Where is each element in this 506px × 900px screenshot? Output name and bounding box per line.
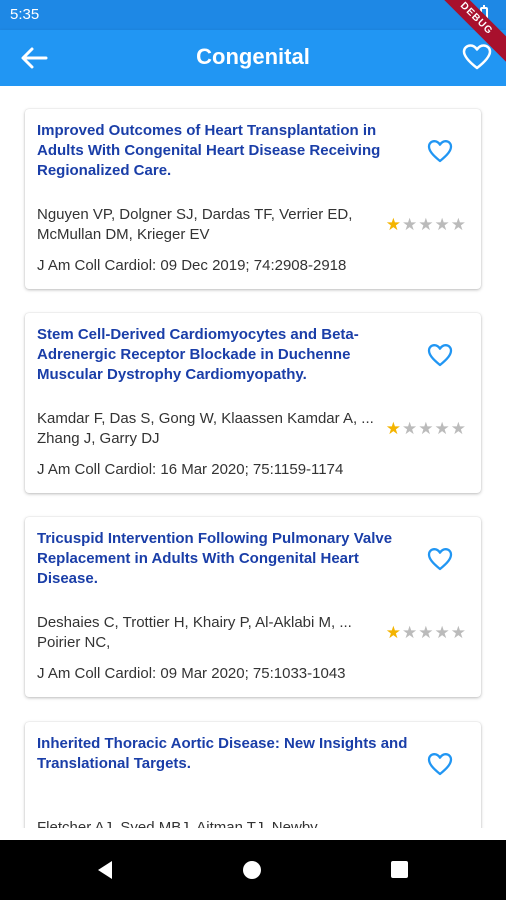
nav-recents-square-icon[interactable] [391, 861, 408, 878]
favorite-heart-icon[interactable] [427, 547, 453, 571]
star-icon[interactable]: ★ [451, 215, 467, 234]
status-time: 5:35 [10, 6, 40, 23]
favorite-heart-icon[interactable] [427, 343, 453, 367]
favorite-heart-icon[interactable] [427, 752, 453, 776]
system-nav-bar [0, 840, 506, 900]
article-card[interactable]: Inherited Thoracic Aortic Disease: New I… [25, 722, 481, 828]
star-icon[interactable]: ★ [435, 623, 451, 642]
article-journal: J Am Coll Cardiol: 09 Mar 2020; 75:1033-… [37, 665, 346, 682]
star-icon[interactable]: ★ [386, 623, 402, 642]
nav-back-triangle-icon[interactable] [96, 860, 114, 880]
article-card[interactable]: Stem Cell-Derived Cardiomyocytes and Bet… [25, 313, 481, 493]
status-bar: 5:35 [0, 0, 506, 30]
article-title[interactable]: Stem Cell-Derived Cardiomyocytes and Bet… [37, 325, 409, 385]
star-icon[interactable]: ★ [386, 419, 402, 438]
article-authors: Kamdar F, Das S, Gong W, Klaassen Kamdar… [37, 410, 374, 447]
page-title: Congenital [196, 44, 310, 69]
star-icon[interactable]: ★ [402, 419, 418, 438]
star-icon[interactable]: ★ [402, 623, 418, 642]
article-journal: J Am Coll Cardiol: 09 Dec 2019; 74:2908-… [37, 257, 347, 274]
article-list[interactable]: Improved Outcomes of Heart Transplantati… [0, 86, 506, 828]
star-icon[interactable]: ★ [418, 215, 434, 234]
app-bar: Congenital [0, 30, 506, 86]
nav-home-circle-icon[interactable] [243, 861, 261, 879]
star-icon[interactable]: ★ [435, 215, 451, 234]
star-icon[interactable]: ★ [386, 215, 402, 234]
favorite-heart-icon[interactable] [427, 139, 453, 163]
article-journal: J Am Coll Cardiol: 16 Mar 2020; 75:1159-… [37, 461, 344, 478]
article-authors: Fletcher AJ, Syed MBJ, Aitman TJ, Newby [37, 819, 318, 828]
star-rating[interactable]: ★★★★★ [386, 215, 467, 235]
article-card[interactable]: Improved Outcomes of Heart Transplantati… [25, 109, 481, 289]
article-title[interactable]: Inherited Thoracic Aortic Disease: New I… [37, 734, 409, 774]
heart-outline-icon[interactable] [462, 43, 492, 71]
article-authors: Nguyen VP, Dolgner SJ, Dardas TF, Verrie… [37, 206, 353, 243]
star-icon[interactable]: ★ [435, 419, 451, 438]
article-authors: Deshaies C, Trottier H, Khairy P, Al-Akl… [37, 614, 352, 651]
star-icon[interactable]: ★ [451, 623, 467, 642]
article-card[interactable]: Tricuspid Intervention Following Pulmona… [25, 517, 481, 697]
star-icon[interactable]: ★ [451, 419, 467, 438]
article-title[interactable]: Tricuspid Intervention Following Pulmona… [37, 529, 409, 589]
article-title[interactable]: Improved Outcomes of Heart Transplantati… [37, 121, 409, 181]
star-rating[interactable]: ★★★★★ [386, 419, 467, 439]
star-icon[interactable]: ★ [418, 419, 434, 438]
star-icon[interactable]: ★ [418, 623, 434, 642]
star-rating[interactable]: ★★★★★ [386, 623, 467, 643]
star-icon[interactable]: ★ [402, 215, 418, 234]
